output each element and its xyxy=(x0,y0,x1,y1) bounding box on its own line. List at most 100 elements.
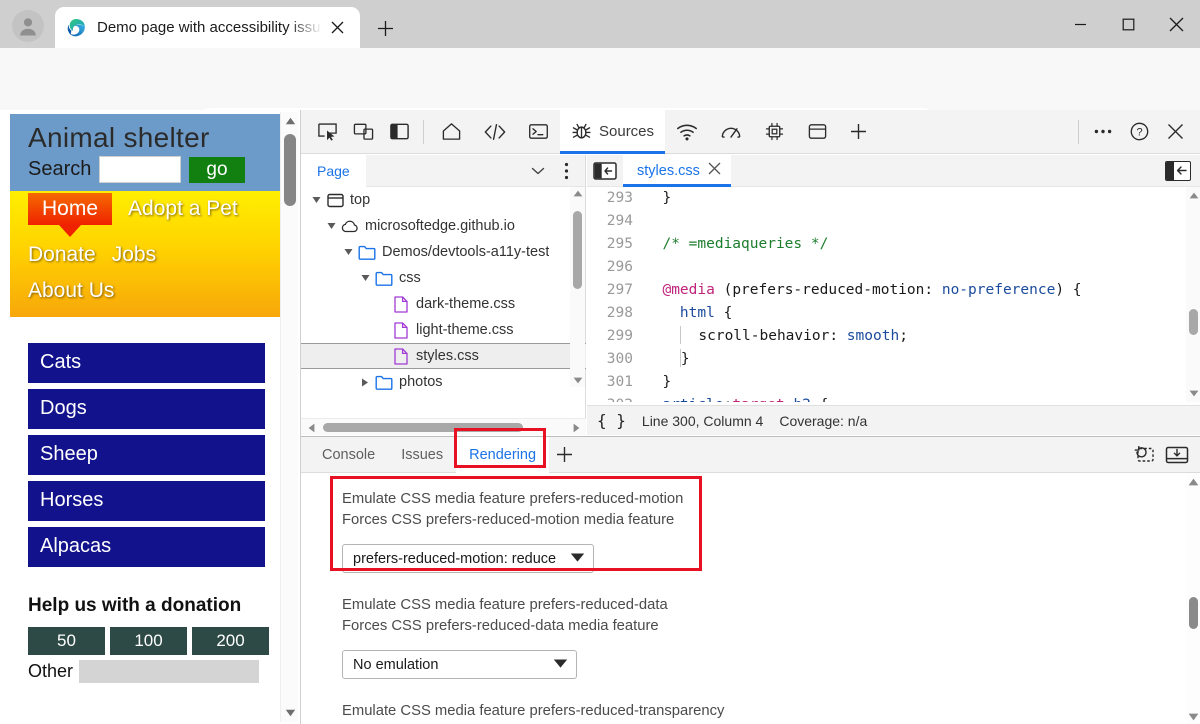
pretty-print-button[interactable]: { } xyxy=(597,411,626,430)
nav-item-adopt-a-pet[interactable]: Adopt a Pet xyxy=(128,193,238,225)
file-tree[interactable]: top microsoftedge.github.io Demos/devtoo… xyxy=(301,187,586,405)
page-scrollbar[interactable] xyxy=(280,112,298,722)
file-tree-scrollbar-thumb[interactable] xyxy=(573,211,582,289)
category-item-dogs[interactable]: Dogs xyxy=(28,389,265,429)
dock-bottom-icon[interactable] xyxy=(1163,441,1191,469)
profile-avatar[interactable] xyxy=(12,10,44,42)
tree-scroll-left-icon[interactable] xyxy=(304,422,318,434)
code-line: 302 article:target h2 { xyxy=(587,394,1200,402)
more-tools-icon[interactable] xyxy=(1085,114,1121,150)
devtools-tab-application[interactable] xyxy=(796,110,839,154)
tab-close-icon[interactable] xyxy=(324,15,350,41)
site-header: Animal shelter Search go xyxy=(10,114,280,191)
rendering-panel-scrollbar[interactable] xyxy=(1186,473,1200,724)
donate-amount-200[interactable]: 200 xyxy=(192,627,269,655)
code-line: 300 } xyxy=(587,348,1200,371)
devtools-tab-console[interactable] xyxy=(517,110,560,154)
chevron-down-icon[interactable] xyxy=(525,158,551,184)
code-scrollbar-thumb[interactable] xyxy=(1189,309,1198,335)
devtools-tab-network[interactable] xyxy=(665,110,709,154)
rendering-scrollbar-thumb[interactable] xyxy=(1189,597,1198,629)
code-scroll-up-icon[interactable] xyxy=(1187,189,1200,202)
tree-node-photos-folder[interactable]: photos xyxy=(301,369,586,395)
tree-node-origin[interactable]: microsoftedge.github.io xyxy=(301,213,586,239)
setting-title: Emulate CSS media feature prefers-reduce… xyxy=(342,703,725,719)
inspect-element-icon[interactable] xyxy=(309,114,345,150)
rendering-scroll-up-icon[interactable] xyxy=(1187,475,1200,488)
rendering-scroll-down-icon[interactable] xyxy=(1187,710,1200,723)
code-scroll-down-icon[interactable] xyxy=(1187,387,1200,400)
new-tab-button[interactable] xyxy=(370,13,400,43)
tree-node-top[interactable]: top xyxy=(301,187,586,213)
devtools-tab-sources[interactable]: Sources xyxy=(560,109,666,154)
more-options-vertical-icon[interactable] xyxy=(553,158,579,184)
browser-tab[interactable]: Demo page with accessibility issu xyxy=(55,7,360,48)
close-devtools-icon[interactable] xyxy=(1157,114,1193,150)
devtools-tab-memory[interactable] xyxy=(753,110,796,154)
nav-item-about-us[interactable]: About Us xyxy=(28,275,114,307)
site-search-input[interactable] xyxy=(99,156,182,183)
add-tab-plus-icon[interactable] xyxy=(549,440,579,470)
page-scrollbar-thumb[interactable] xyxy=(284,134,296,206)
tree-node-css-folder[interactable]: css xyxy=(301,265,586,291)
editor-tab-close-icon[interactable] xyxy=(708,162,721,179)
file-tree-hscrollbar-thumb[interactable] xyxy=(323,423,523,432)
drawer-tab-issues[interactable]: Issues xyxy=(388,437,456,473)
line-text: article:target h2 { xyxy=(645,394,828,402)
category-item-horses[interactable]: Horses xyxy=(28,481,265,521)
file-tree-vertical-scrollbar[interactable] xyxy=(570,187,585,387)
prefers-reduced-motion-select[interactable]: prefers-reduced-motion: reduce xyxy=(342,544,594,573)
devtools-tab-performance[interactable] xyxy=(709,110,753,154)
nav-item-home[interactable]: Home xyxy=(28,193,113,237)
panel-layout-icon[interactable] xyxy=(381,114,417,150)
line-text: } xyxy=(679,349,690,367)
donation-other-input[interactable] xyxy=(79,660,260,683)
drawer-tab-rendering[interactable]: Rendering xyxy=(456,436,550,473)
search-go-button[interactable]: go xyxy=(189,156,245,183)
twisty-expanded-icon[interactable] xyxy=(307,196,325,204)
twisty-expanded-icon[interactable] xyxy=(356,274,374,282)
show-navigator-icon[interactable] xyxy=(587,155,623,187)
dock-to-right-icon[interactable] xyxy=(1165,160,1191,181)
minimize-button[interactable] xyxy=(1056,0,1104,48)
devtools-tab-elements[interactable] xyxy=(473,110,517,154)
devtools-add-panel-button[interactable] xyxy=(839,110,878,154)
nav-item-jobs[interactable]: Jobs xyxy=(112,239,156,271)
code-editor[interactable]: 293 } 294 295 /* =mediaqueries */ 296 29… xyxy=(587,187,1200,402)
code-editor-scrollbar[interactable] xyxy=(1186,187,1200,402)
twisty-collapsed-icon[interactable] xyxy=(356,378,374,387)
close-window-button[interactable] xyxy=(1152,0,1200,48)
editor-tab-styles-css[interactable]: styles.css xyxy=(623,154,731,187)
line-text: /* =mediaqueries */ xyxy=(662,236,829,252)
tree-scroll-down-icon[interactable] xyxy=(571,375,584,386)
drawer-tab-console[interactable]: Console xyxy=(309,437,388,473)
tree-node-light-theme-css[interactable]: light-theme.css xyxy=(301,317,586,343)
device-toolbar-icon[interactable] xyxy=(345,114,381,150)
restore-drawer-icon[interactable] xyxy=(1129,441,1157,469)
help-question-icon[interactable]: ? xyxy=(1121,114,1157,150)
scroll-up-arrow-icon[interactable] xyxy=(281,112,299,130)
tree-scroll-up-icon[interactable] xyxy=(571,188,584,199)
donate-amount-50[interactable]: 50 xyxy=(28,627,105,655)
category-item-cats[interactable]: Cats xyxy=(28,343,265,383)
prefers-reduced-data-select[interactable]: No emulation xyxy=(342,650,577,679)
file-tree-horizontal-scrollbar[interactable] xyxy=(301,418,586,435)
navigator-actions xyxy=(525,158,585,184)
donate-amount-100[interactable]: 100 xyxy=(110,627,187,655)
person-icon xyxy=(20,18,36,36)
tree-scroll-right-icon[interactable] xyxy=(569,422,583,434)
line-number: 301 xyxy=(606,374,633,390)
scroll-down-arrow-icon[interactable] xyxy=(281,704,299,722)
category-item-sheep[interactable]: Sheep xyxy=(28,435,265,475)
tree-node-styles-css[interactable]: styles.css xyxy=(301,343,586,369)
category-item-alpacas[interactable]: Alpacas xyxy=(28,527,265,567)
twisty-expanded-icon[interactable] xyxy=(322,222,340,230)
maximize-button[interactable] xyxy=(1104,0,1152,48)
nav-item-donate[interactable]: Donate xyxy=(28,239,96,271)
line-number: 298 xyxy=(606,305,633,321)
twisty-expanded-icon[interactable] xyxy=(339,248,357,256)
devtools-tab-home[interactable] xyxy=(430,110,473,154)
navigator-tab-page[interactable]: Page xyxy=(301,154,366,187)
tree-node-dark-theme-css[interactable]: dark-theme.css xyxy=(301,291,586,317)
tree-node-demos-folder[interactable]: Demos/devtools-a11y-test xyxy=(301,239,586,265)
